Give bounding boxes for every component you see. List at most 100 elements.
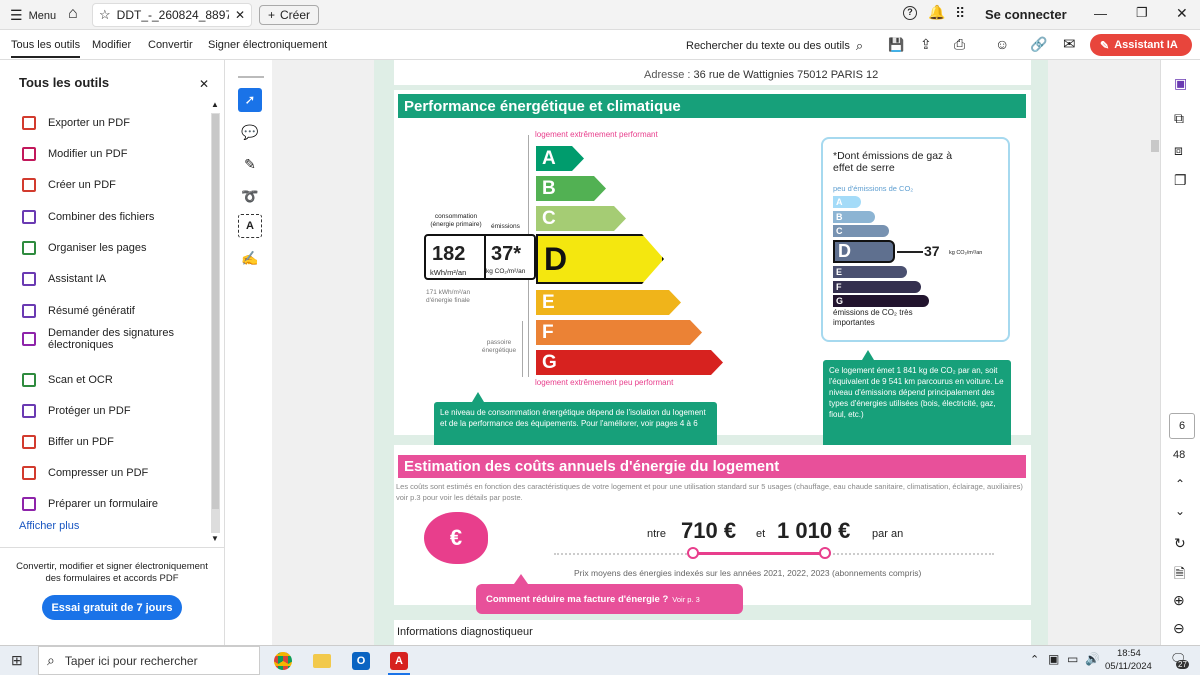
outlook-icon[interactable]: O <box>352 652 370 670</box>
chevron-down-icon[interactable]: ⌄ <box>1175 504 1185 518</box>
sidebar-tool-11[interactable]: Compresser un PDF <box>22 462 202 484</box>
right-rail: ▣ ⧉ ⧈ ❐ 6 48 ⌃ ⌄ ↻ 🗎 ⊕ ⊖ <box>1160 60 1200 645</box>
menu-tous-les-outils[interactable]: Tous les outils <box>11 39 81 58</box>
sign-in-link[interactable]: Se connecter <box>985 7 1067 22</box>
windows-start-icon[interactable]: ⊞ <box>11 652 23 669</box>
star-icon[interactable]: ☆ <box>99 7 111 23</box>
sign-tool-button[interactable]: ✍ <box>238 246 262 270</box>
sidebar-tool-6[interactable]: Résumé génératif <box>22 300 202 322</box>
sidebar-tool-7[interactable]: Demander des signatures électroniques <box>22 327 202 351</box>
clock-time[interactable]: 18:54 <box>1117 648 1141 659</box>
taskbar-search[interactable]: ⌕ Taper ici pour rechercher <box>38 646 260 675</box>
tray-chevron-icon[interactable]: ⌃ <box>1030 653 1039 666</box>
upload-icon[interactable]: ⇪ <box>920 36 932 53</box>
scroll-up-icon[interactable]: ▲ <box>211 100 219 109</box>
chrome-icon[interactable] <box>274 652 292 670</box>
cost-per-year: par an <box>872 528 904 540</box>
pages-panel-icon[interactable]: ❐ <box>1174 172 1187 189</box>
viewer-scroll-thumb[interactable] <box>1151 140 1159 152</box>
ges-class-a: A <box>833 196 861 208</box>
sidebar-tool-12[interactable]: Préparer un formulaire <box>22 493 202 515</box>
chevron-up-icon[interactable]: ⌃ <box>1175 477 1185 491</box>
acrobat-taskbar-icon[interactable]: A <box>390 652 408 670</box>
comment-tool-button[interactable]: 💬 <box>238 120 262 144</box>
sidebar-tool-3[interactable]: Combiner des fichiers <box>22 206 202 228</box>
file-explorer-icon[interactable] <box>313 654 331 668</box>
sidebar-tool-10[interactable]: Biffer un PDF <box>22 431 202 453</box>
rotate-icon[interactable]: ↻ <box>1174 535 1186 552</box>
tool-icon <box>22 116 36 130</box>
home-icon[interactable]: ⌂ <box>68 5 78 23</box>
performance-title: Performance énergétique et climatique <box>398 94 1026 118</box>
search-tools[interactable]: Rechercher du texte ou des outils ⌕ <box>686 38 863 54</box>
zoom-out-icon[interactable]: ⊖ <box>1173 620 1185 637</box>
assistant-ia-button[interactable]: ✎ Assistant IA <box>1090 34 1192 56</box>
select-tool-button[interactable]: ➚ <box>238 88 262 112</box>
bell-icon[interactable]: 🔔 <box>928 4 945 21</box>
help-icon[interactable]: ? <box>903 6 917 20</box>
tool-icon <box>22 210 36 224</box>
reduce-bill-callout: Comment réduire ma facture d'énergie ? V… <box>476 584 743 614</box>
trial-button[interactable]: Essai gratuit de 7 jours <box>42 595 182 620</box>
notification-badge: 27 <box>1176 660 1189 669</box>
scroll-down-icon[interactable]: ▼ <box>211 534 219 543</box>
close-sidebar-icon[interactable]: ✕ <box>199 77 209 91</box>
share-user-icon[interactable]: ☺ <box>995 36 1009 52</box>
save-icon[interactable]: 💾 <box>888 37 904 53</box>
tool-icon <box>22 404 36 418</box>
ges-class-g: G <box>833 295 929 307</box>
attach-panel-icon[interactable]: ⧈ <box>1174 142 1183 159</box>
ges-pointer-line <box>897 251 923 253</box>
bookmark-panel-icon[interactable]: ⧉ <box>1174 110 1184 127</box>
create-button[interactable]: + Créer <box>259 5 320 25</box>
sidebar-scroll-thumb[interactable] <box>212 114 219 509</box>
menu-convertir[interactable]: Convertir <box>148 39 193 51</box>
minimize-icon[interactable]: — <box>1094 6 1107 21</box>
clock-date[interactable]: 05/11/2024 <box>1105 661 1152 672</box>
prices-note: Prix moyens des énergies indexés sur les… <box>574 568 922 578</box>
pdf-page: Adresse : 36 rue de Wattignies 75012 PAR… <box>374 60 1048 645</box>
page-number-box[interactable]: 6 <box>1169 413 1195 439</box>
close-tab-icon[interactable]: ✕ <box>235 8 245 22</box>
tray-volume-icon[interactable]: 🔊 <box>1085 652 1100 666</box>
print-icon[interactable]: ⎙ <box>954 36 965 53</box>
diagnostician-label: Informations diagnostiqueur <box>397 626 533 638</box>
highlight-tool-button[interactable]: ✎ <box>238 152 262 176</box>
menu-signer[interactable]: Signer électroniquement <box>208 39 327 51</box>
tray-camera-icon[interactable]: ▣ <box>1048 652 1059 666</box>
sidebar-tool-4[interactable]: Organiser les pages <box>22 237 202 259</box>
emissions-callout: Ce logement émet 1 841 kg de CO₂ par an,… <box>823 360 1011 449</box>
sidebar-tool-2[interactable]: Créer un PDF <box>22 174 202 196</box>
zoom-in-icon[interactable]: ⊕ <box>1173 592 1185 609</box>
draw-tool-button[interactable]: ➰ <box>238 184 262 208</box>
mail-icon[interactable]: ✉ <box>1063 35 1076 53</box>
cost-range-bar <box>692 552 825 555</box>
sidebar-tool-0[interactable]: Exporter un PDF <box>22 112 202 134</box>
passoire-bracket <box>522 321 525 377</box>
apps-grid-icon[interactable]: ⠿ <box>955 5 965 22</box>
comment-panel-icon[interactable]: ▣ <box>1174 75 1187 92</box>
show-more-link[interactable]: Afficher plus <box>19 520 79 532</box>
dpe-class-g: G <box>536 350 723 375</box>
menu-modifier[interactable]: Modifier <box>92 39 131 51</box>
cost-min: 710 € <box>681 518 737 543</box>
sidebar-tool-8[interactable]: Scan et OCR <box>22 369 202 391</box>
cost-max: 1 010 € <box>777 518 851 543</box>
document-tab[interactable]: ☆ DDT_-_260824_8897... ✕ <box>92 3 252 27</box>
sidebar-tool-5[interactable]: Assistant IA <box>22 268 202 290</box>
maximize-icon[interactable]: ❐ <box>1136 5 1148 21</box>
sidebar-tool-9[interactable]: Protéger un PDF <box>22 400 202 422</box>
close-window-icon[interactable]: ✕ <box>1176 5 1188 22</box>
tool-icon <box>22 497 36 511</box>
consumption-unit: kWh/m²/an <box>430 268 467 277</box>
page-settings-icon[interactable]: 🗎 <box>1174 563 1185 587</box>
menu-button[interactable]: ☰ Menu <box>10 7 56 24</box>
link-icon[interactable]: 🔗 <box>1030 36 1047 53</box>
bottom-label: logement extrêmement peu performant <box>535 378 674 387</box>
menu-bar: Tous les outils Modifier Convertir Signe… <box>0 30 1200 60</box>
tray-network-icon[interactable]: ▭ <box>1067 652 1078 666</box>
sidebar-tool-1[interactable]: Modifier un PDF <box>22 143 202 165</box>
text-tool-button[interactable]: A <box>238 214 262 238</box>
windows-taskbar: ⊞ ⌕ Taper ici pour rechercher O A ⌃ ▣ ▭ … <box>0 645 1200 675</box>
final-energy: 171 kWh/m²/an d'énergie finale <box>426 289 471 304</box>
